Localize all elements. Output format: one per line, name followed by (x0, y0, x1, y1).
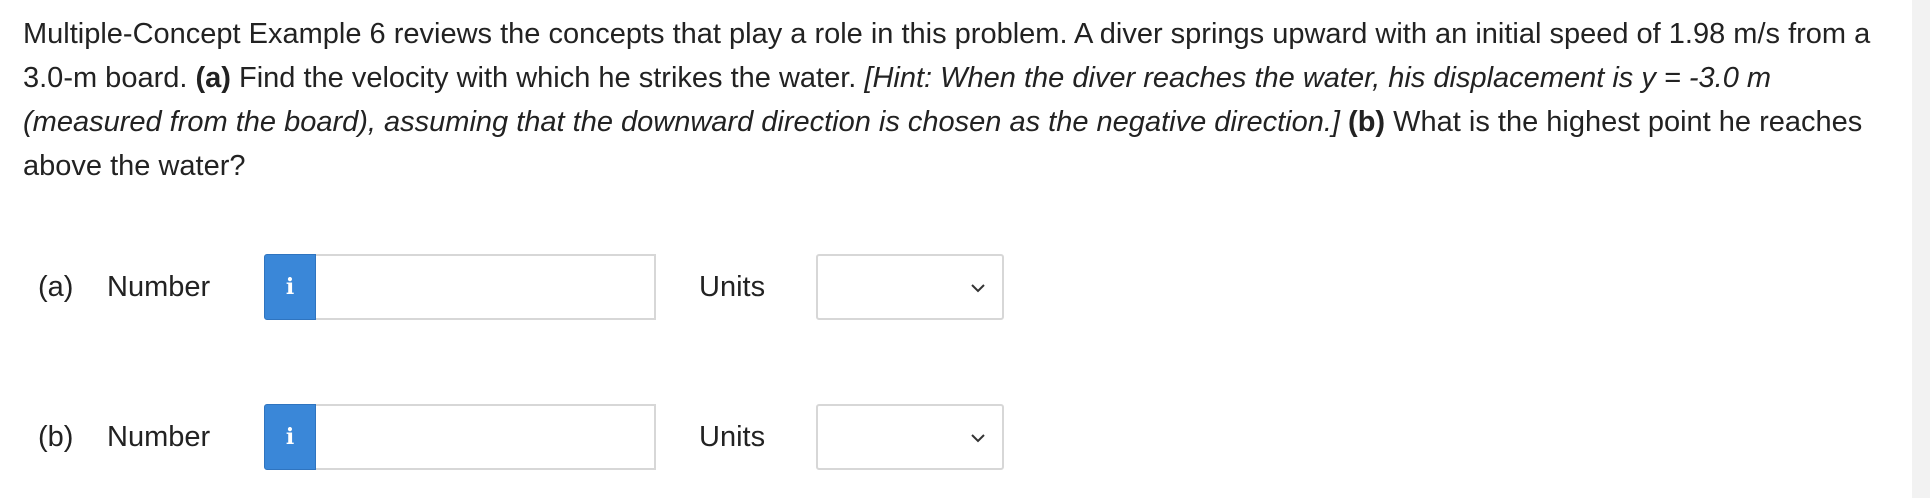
info-icon: i (285, 424, 295, 450)
number-input-b[interactable] (316, 404, 656, 470)
info-button[interactable]: i (264, 404, 316, 470)
number-label: Number (107, 271, 211, 303)
info-button[interactable]: i (264, 254, 316, 320)
chevron-down-icon (971, 284, 985, 293)
part-a-question: Find the velocity with which he strikes … (239, 62, 857, 94)
chevron-down-icon (971, 434, 985, 443)
right-scroll-strip (1912, 0, 1930, 498)
units-label: Units (699, 271, 766, 303)
units-select-b[interactable] (816, 404, 1004, 470)
answer-row-b: (b) Number i Units (0, 404, 1100, 470)
part-label: (a) (38, 271, 74, 303)
part-label: (b) (38, 421, 74, 453)
number-label: Number (107, 421, 211, 453)
part-a-marker: (a) (195, 62, 231, 94)
answer-row-a: (a) Number i Units (0, 254, 1100, 320)
question-text: Multiple-Concept Example 6 reviews the c… (23, 12, 1903, 188)
units-select-a[interactable] (816, 254, 1004, 320)
info-icon: i (285, 274, 295, 300)
units-label: Units (699, 421, 766, 453)
part-b-marker: (b) (1348, 106, 1386, 138)
number-input-a[interactable] (316, 254, 656, 320)
